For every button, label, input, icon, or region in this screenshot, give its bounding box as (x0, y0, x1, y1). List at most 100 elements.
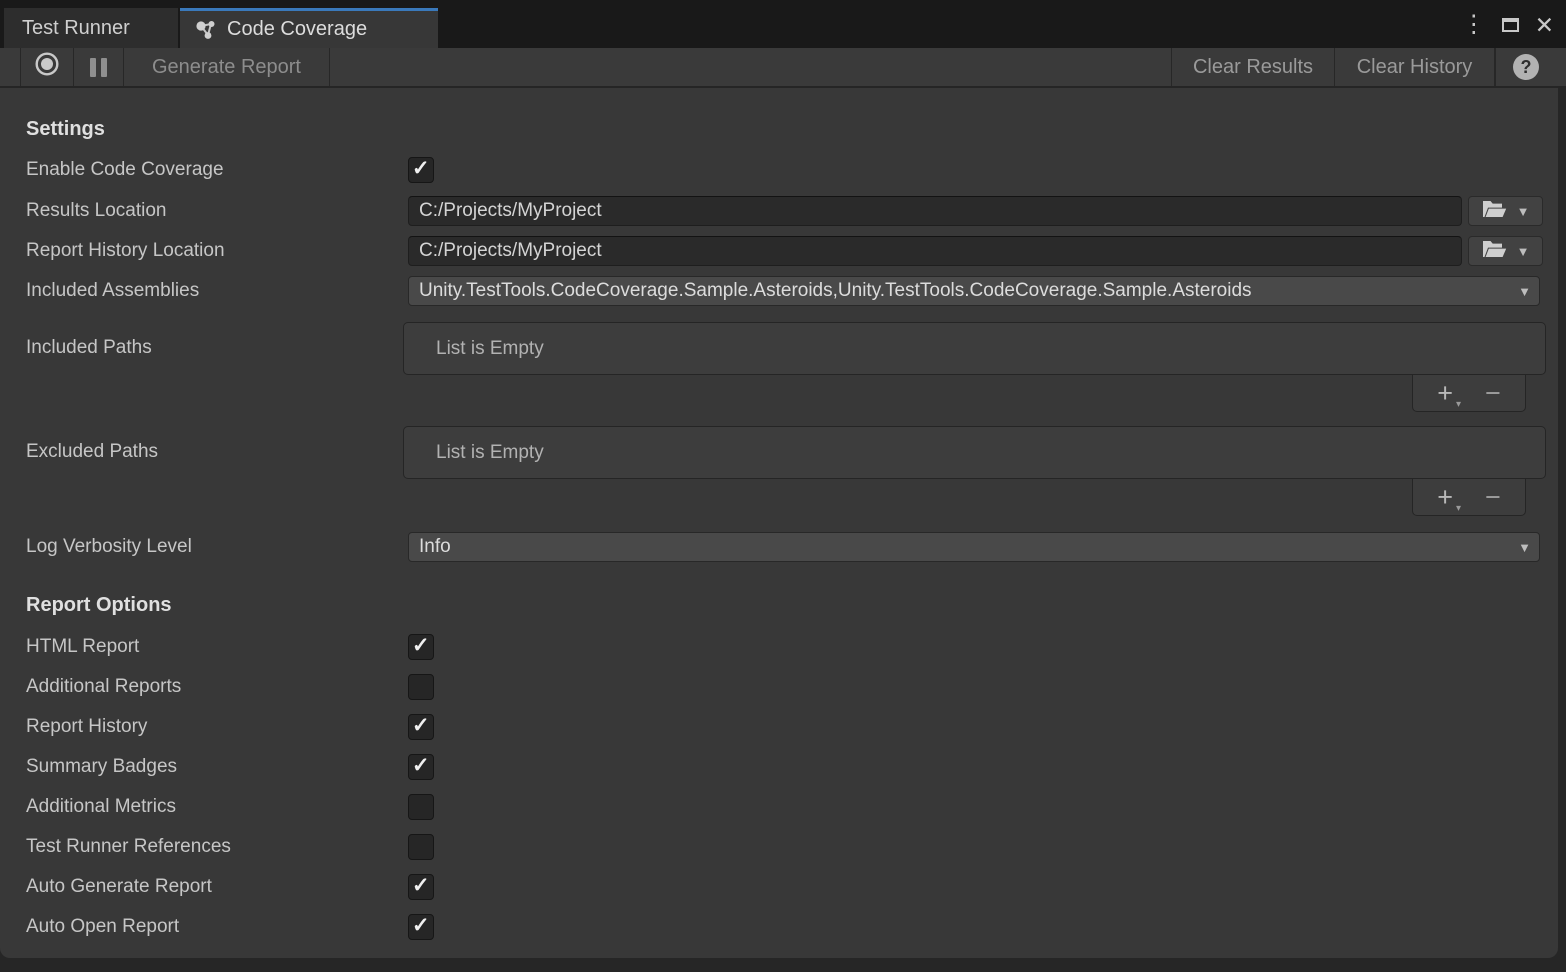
summary-badges-label: Summary Badges (26, 756, 177, 778)
chevron-down-icon: ▾ (1456, 504, 1461, 514)
included-paths-row: Included Paths List is Empty (0, 322, 1558, 375)
help-button[interactable]: ? (1495, 48, 1556, 86)
additional-metrics-checkbox[interactable]: ✓ (408, 794, 434, 820)
html-report-row: HTML Report ✓ (0, 634, 1558, 660)
list-empty-text: List is Empty (404, 338, 544, 360)
html-report-checkbox[interactable]: ✓ (408, 634, 434, 660)
additional-metrics-label: Additional Metrics (26, 796, 176, 818)
report-history-location-browse-button[interactable]: ▼ (1468, 236, 1543, 266)
report-history-location-row: Report History Location C:/Projects/MyPr… (0, 236, 1558, 266)
close-icon[interactable]: ✕ (1535, 11, 1554, 39)
results-location-browse-button[interactable]: ▼ (1468, 196, 1543, 226)
results-location-field[interactable]: C:/Projects/MyProject (408, 196, 1462, 226)
enable-code-coverage-checkbox[interactable]: ✓ (408, 157, 434, 183)
chevron-down-icon: ▼ (1517, 205, 1530, 218)
remove-item-button[interactable]: − (1485, 484, 1501, 511)
included-assemblies-row: Included Assemblies Unity.TestTools.Code… (0, 276, 1558, 306)
results-location-row: Results Location C:/Projects/MyProject ▼ (0, 196, 1558, 226)
generate-report-label: Generate Report (152, 56, 301, 79)
additional-reports-row: Additional Reports ✓ (0, 674, 1558, 700)
auto-open-report-label: Auto Open Report (26, 916, 179, 938)
settings-header: Settings (26, 118, 105, 141)
auto-generate-report-label: Auto Generate Report (26, 876, 212, 898)
window-controls: ⋮ ✕ (1462, 10, 1554, 40)
chevron-down-icon: ▼ (1518, 285, 1531, 298)
checkmark-icon: ✓ (412, 156, 430, 181)
checkmark-icon: ✓ (412, 633, 430, 658)
kebab-menu-icon[interactable]: ⋮ (1462, 11, 1486, 39)
code-coverage-settings-panel: Settings Enable Code Coverage ✓ Results … (0, 88, 1558, 958)
report-history-row: Report History ✓ (0, 714, 1558, 740)
included-paths-label: Included Paths (26, 337, 152, 359)
tab-label: Code Coverage (227, 18, 367, 41)
tab-bar: Test Runner Code Coverage ⋮ ✕ (0, 0, 1566, 48)
plus-icon: + (1437, 482, 1453, 512)
chevron-down-icon: ▼ (1518, 541, 1531, 554)
report-history-label: Report History (26, 716, 147, 738)
record-icon (34, 51, 60, 83)
test-runner-references-row: Test Runner References ✓ (0, 834, 1558, 860)
summary-badges-row: Summary Badges ✓ (0, 754, 1558, 780)
pause-icon (90, 58, 107, 77)
minus-icon: − (1485, 378, 1501, 408)
excluded-paths-label: Excluded Paths (26, 441, 158, 463)
record-button[interactable] (20, 48, 74, 86)
included-assemblies-dropdown[interactable]: Unity.TestTools.CodeCoverage.Sample.Aste… (408, 276, 1540, 306)
report-history-checkbox[interactable]: ✓ (408, 714, 434, 740)
log-verbosity-value: Info (419, 536, 451, 558)
chevron-down-icon: ▼ (1517, 245, 1530, 258)
add-item-button[interactable]: +▾ (1437, 484, 1453, 511)
report-history-location-field[interactable]: C:/Projects/MyProject (408, 236, 1462, 266)
maximize-icon[interactable] (1502, 18, 1519, 32)
generate-report-button[interactable]: Generate Report (124, 48, 330, 86)
results-location-label: Results Location (26, 200, 166, 222)
minus-icon: − (1485, 482, 1501, 512)
auto-open-report-row: Auto Open Report ✓ (0, 914, 1558, 940)
auto-open-report-checkbox[interactable]: ✓ (408, 914, 434, 940)
code-coverage-window: { "tab_bar": { "tabs": [ { "label": "Tes… (0, 0, 1566, 972)
plus-icon: + (1437, 378, 1453, 408)
included-assemblies-value: Unity.TestTools.CodeCoverage.Sample.Aste… (419, 280, 1252, 302)
clear-history-label: Clear History (1357, 56, 1473, 79)
tab-test-runner[interactable]: Test Runner (4, 8, 178, 48)
enable-code-coverage-row: Enable Code Coverage ✓ (0, 157, 1558, 183)
checkmark-icon: ✓ (412, 753, 430, 778)
included-paths-list-footer: +▾ − (1412, 375, 1526, 412)
code-coverage-icon (194, 19, 218, 41)
checkmark-icon: ✓ (412, 713, 430, 738)
html-report-label: HTML Report (26, 636, 139, 658)
checkmark-icon: ✓ (412, 913, 430, 938)
enable-code-coverage-label: Enable Code Coverage (26, 159, 224, 181)
auto-generate-report-row: Auto Generate Report ✓ (0, 874, 1558, 900)
clear-results-button[interactable]: Clear Results (1171, 48, 1334, 86)
results-location-value: C:/Projects/MyProject (419, 200, 602, 222)
summary-badges-checkbox[interactable]: ✓ (408, 754, 434, 780)
log-verbosity-row: Log Verbosity Level Info ▼ (0, 532, 1558, 562)
remove-item-button[interactable]: − (1485, 380, 1501, 407)
toolbar: Generate Report Clear Results Clear Hist… (0, 48, 1566, 88)
checkmark-icon: ✓ (412, 873, 430, 898)
help-icon: ? (1513, 54, 1539, 80)
additional-metrics-row: Additional Metrics ✓ (0, 794, 1558, 820)
test-runner-references-label: Test Runner References (26, 836, 231, 858)
chevron-down-icon: ▾ (1456, 400, 1461, 410)
tab-code-coverage[interactable]: Code Coverage (180, 8, 438, 48)
pause-button[interactable] (74, 48, 124, 86)
list-empty-text: List is Empty (404, 442, 544, 464)
test-runner-references-checkbox[interactable]: ✓ (408, 834, 434, 860)
add-item-button[interactable]: +▾ (1437, 380, 1453, 407)
report-options-header: Report Options (26, 594, 172, 617)
log-verbosity-label: Log Verbosity Level (26, 536, 192, 558)
clear-history-button[interactable]: Clear History (1334, 48, 1495, 86)
excluded-paths-row: Excluded Paths List is Empty (0, 426, 1558, 479)
included-paths-list[interactable]: List is Empty (403, 322, 1546, 375)
included-assemblies-label: Included Assemblies (26, 280, 199, 302)
additional-reports-checkbox[interactable]: ✓ (408, 674, 434, 700)
clear-results-label: Clear Results (1193, 56, 1313, 79)
log-verbosity-dropdown[interactable]: Info ▼ (408, 532, 1540, 562)
report-history-location-value: C:/Projects/MyProject (419, 240, 602, 262)
excluded-paths-list[interactable]: List is Empty (403, 426, 1546, 479)
additional-reports-label: Additional Reports (26, 676, 181, 698)
tab-label: Test Runner (22, 17, 130, 40)
auto-generate-report-checkbox[interactable]: ✓ (408, 874, 434, 900)
